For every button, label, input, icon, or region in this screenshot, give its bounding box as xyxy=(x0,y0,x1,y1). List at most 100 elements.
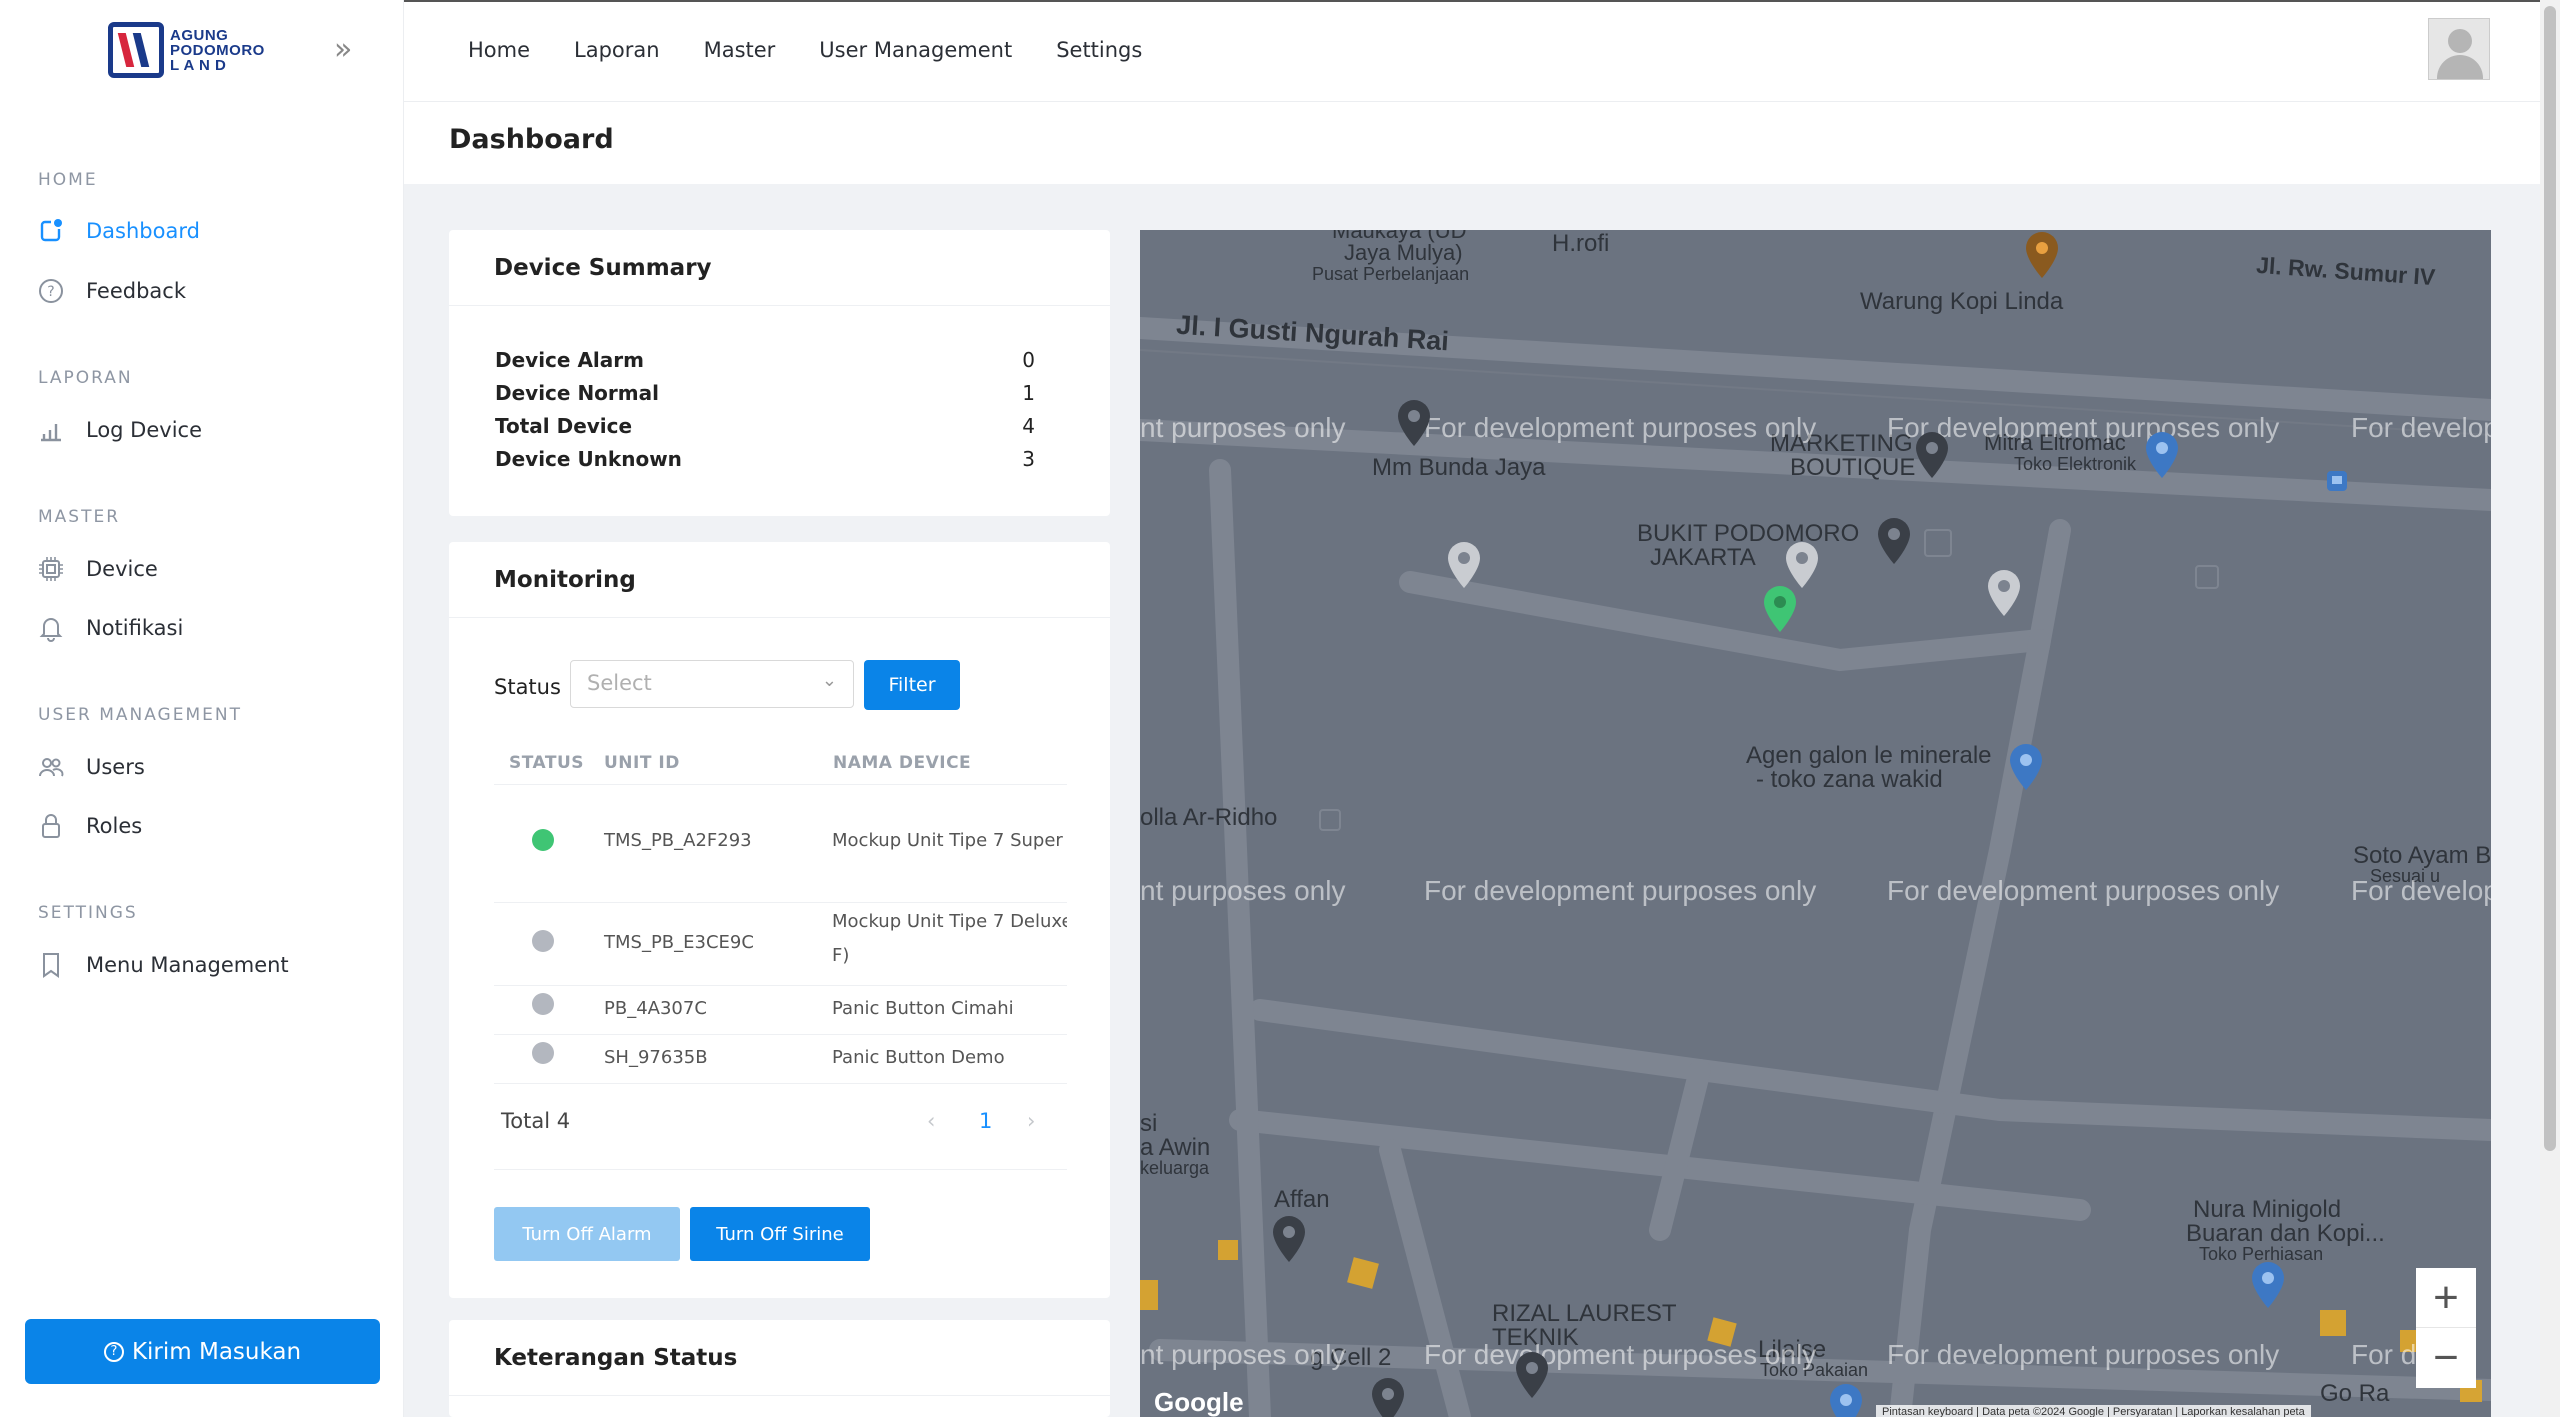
map-pin-icon[interactable] xyxy=(1762,584,1798,634)
map-pin-icon[interactable] xyxy=(1370,1376,1406,1417)
map-watermark: For development purposes only xyxy=(1887,875,2280,906)
shop-pin-icon[interactable] xyxy=(2008,742,2044,792)
zoom-in-button[interactable]: + xyxy=(2416,1268,2476,1328)
map-watermark: For development purposes only xyxy=(1424,875,1817,906)
lock-icon xyxy=(36,811,66,841)
cafe-pin-icon[interactable] xyxy=(2024,230,2060,280)
bell-icon xyxy=(36,613,66,643)
status-filter-label: Status xyxy=(494,675,561,699)
keterangan-status-card: Keterangan Status xyxy=(449,1320,1110,1417)
section-home: HOME xyxy=(38,170,98,190)
page-scrollbar[interactable] xyxy=(2540,0,2560,1417)
map-pin-icon[interactable] xyxy=(1784,540,1820,590)
chevron-left-icon[interactable]: ‹ xyxy=(927,1109,935,1133)
shop-pin-icon[interactable] xyxy=(1828,1382,1864,1417)
map-pin-icon[interactable] xyxy=(1446,540,1482,590)
summary-value: 3 xyxy=(1022,447,1035,471)
summary-row: Device Alarm 0 xyxy=(495,348,1035,372)
logo-mark-icon xyxy=(108,22,164,78)
kirim-masukan-label: Kirim Masukan xyxy=(131,1338,302,1365)
sidebar-item-notifikasi[interactable]: Notifikasi xyxy=(36,613,183,643)
chevron-right-icon[interactable]: › xyxy=(1027,1109,1035,1133)
device-map[interactable]: Maukaya (UD Jaya Mulya) Pusat Perbelanja… xyxy=(1140,230,2491,1417)
shop-pin-icon[interactable] xyxy=(2144,430,2180,480)
status-dot xyxy=(532,993,554,1015)
page-number[interactable]: 1 xyxy=(979,1109,992,1133)
google-logo: Google xyxy=(1154,1387,1244,1417)
sidebar-item-dashboard[interactable]: Dashboard xyxy=(36,216,200,246)
column-header-nama-device[interactable]: NAMA DEVICE xyxy=(833,753,971,773)
unit-id-cell: PB_4A307C xyxy=(604,998,707,1019)
map-label: Toko Elektronik xyxy=(2014,454,2137,474)
summary-row: Device Normal 1 xyxy=(495,381,1035,405)
table-row[interactable]: PB_4A307C Panic Button Cimahi xyxy=(494,986,1067,1035)
sidebar-item-feedback[interactable]: ? Feedback xyxy=(36,276,186,306)
table-total: Total 4 xyxy=(501,1109,571,1133)
map-pin-icon[interactable] xyxy=(1514,1350,1550,1400)
device-name-cell: Mockup Unit Tipe 7 Super xyxy=(832,830,1063,851)
avatar-head xyxy=(2448,29,2472,53)
question-icon: ? xyxy=(103,1341,124,1362)
map-label: Mm Bunda Jaya xyxy=(1372,454,1546,481)
device-name-cell: Panic Button Demo xyxy=(832,1047,1005,1068)
logo-line-2: PODOMORO xyxy=(170,41,265,59)
company-logo[interactable]: AGUNG PODOMORO L A N D xyxy=(108,22,265,78)
sidebar-item-device[interactable]: Device xyxy=(36,554,158,584)
status-select[interactable]: Select ⌄ xyxy=(570,660,854,708)
table-row[interactable]: SH_97635B Panic Button Demo xyxy=(494,1035,1067,1084)
map-watermark: nt purposes only xyxy=(1140,875,1346,906)
topnav-settings[interactable]: Settings xyxy=(1056,38,1142,62)
sidebar-item-roles[interactable]: Roles xyxy=(36,811,142,841)
summary-label: Device Alarm xyxy=(495,348,644,372)
transit-icon[interactable] xyxy=(2326,470,2348,492)
summary-row: Device Unknown 3 xyxy=(495,447,1035,471)
zoom-out-button[interactable]: − xyxy=(2416,1328,2476,1388)
sidebar-item-log-device[interactable]: Log Device xyxy=(36,415,202,445)
kirim-masukan-button[interactable]: ? Kirim Masukan xyxy=(25,1319,380,1384)
map-pin-icon[interactable] xyxy=(1396,398,1432,448)
sidebar-item-menu-management[interactable]: Menu Management xyxy=(36,950,289,980)
shop-pin-icon[interactable] xyxy=(2250,1260,2286,1310)
bookmark-icon xyxy=(36,950,66,980)
chevron-down-icon: ⌄ xyxy=(821,670,837,691)
device-name-cell: Mockup Unit Tipe 7 Deluxe F) xyxy=(832,905,1067,973)
column-header-status[interactable]: STATUS xyxy=(509,753,584,773)
sidebar-item-label: Dashboard xyxy=(86,219,200,243)
collapse-sidebar-icon[interactable]: » xyxy=(334,35,352,65)
sidebar-item-label: Users xyxy=(86,755,145,779)
summary-value: 4 xyxy=(1022,414,1035,438)
column-header-unit-id[interactable]: UNIT ID xyxy=(604,753,680,773)
topnav-user-management[interactable]: User Management xyxy=(819,38,1012,62)
card-title: Monitoring xyxy=(449,542,1110,618)
topnav-home[interactable]: Home xyxy=(468,38,530,62)
top-nav: Home Laporan Master User Management Sett… xyxy=(468,38,1142,62)
logo-line-3: L A N D xyxy=(170,56,227,74)
summary-value: 0 xyxy=(1022,348,1035,372)
map-label: Affan xyxy=(1274,1186,1330,1213)
turn-off-sirine-button[interactable]: Turn Off Sirine xyxy=(690,1207,870,1261)
map-label: olla Ar-Ridho xyxy=(1140,804,1278,831)
summary-label: Total Device xyxy=(495,414,633,438)
map-pin-icon[interactable] xyxy=(1271,1214,1307,1264)
sidebar-item-users[interactable]: Users xyxy=(36,752,145,782)
map-pin-icon[interactable] xyxy=(1876,516,1912,566)
card-title: Keterangan Status xyxy=(449,1320,1110,1396)
topnav-laporan[interactable]: Laporan xyxy=(574,38,660,62)
unit-id-cell: SH_97635B xyxy=(604,1047,708,1068)
filter-button[interactable]: Filter xyxy=(864,660,960,710)
map-label: keluarga xyxy=(1140,1158,1210,1178)
map-attribution[interactable]: Pintasan keyboard | Data peta ©2024 Goog… xyxy=(1876,1405,2311,1417)
turn-off-alarm-button[interactable]: Turn Off Alarm xyxy=(494,1207,680,1261)
table-row[interactable]: TMS_PB_A2F293 Mockup Unit Tipe 7 Super xyxy=(494,785,1067,903)
scrollbar-thumb[interactable] xyxy=(2544,6,2556,1151)
map-pin-icon[interactable] xyxy=(1914,430,1950,480)
page-header: Dashboard xyxy=(404,102,2540,184)
topnav-master[interactable]: Master xyxy=(704,38,776,62)
avatar[interactable] xyxy=(2428,18,2490,80)
device-name-line: F) xyxy=(832,945,850,966)
device-name-line: Mockup Unit Tipe 7 Deluxe xyxy=(832,911,1067,932)
map-label: Warung Kopi Linda xyxy=(1860,288,2064,315)
map-pin-icon[interactable] xyxy=(1986,568,2022,618)
sidebar-item-label: Notifikasi xyxy=(86,616,184,640)
table-row[interactable]: TMS_PB_E3CE9C Mockup Unit Tipe 7 Deluxe … xyxy=(494,903,1067,986)
